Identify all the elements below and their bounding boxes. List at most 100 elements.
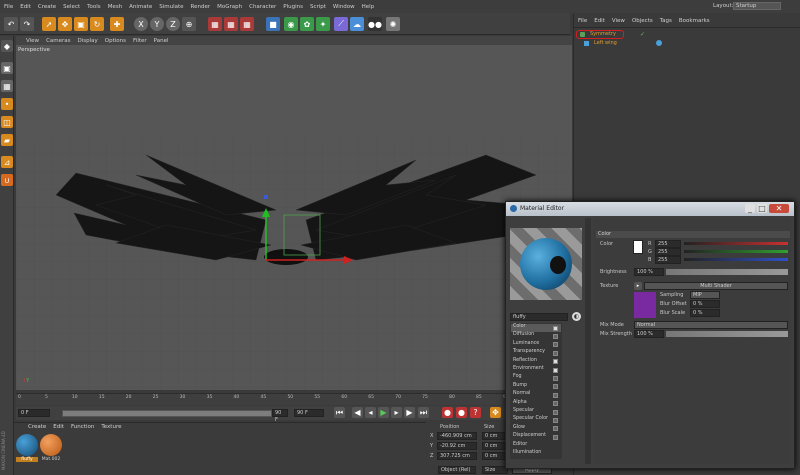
redo-icon[interactable]: ↷ <box>20 17 34 31</box>
material-menu-edit[interactable]: Edit <box>53 424 64 430</box>
model-mode-icon[interactable]: ▣ <box>1 62 13 74</box>
menu-animate[interactable]: Animate <box>129 4 152 10</box>
sampling-select[interactable]: MIP <box>690 291 720 299</box>
render-picture-icon[interactable]: ▦ <box>224 17 238 31</box>
frame-slider-value[interactable]: 90 F <box>272 409 288 423</box>
prev-key-icon[interactable]: ◀ <box>352 407 363 418</box>
viewport-menu-cameras[interactable]: Cameras <box>46 38 70 44</box>
channel-checkbox[interactable] <box>553 434 558 440</box>
coord-position-field[interactable]: -20.92 cm <box>437 442 477 450</box>
scale-tool-icon[interactable]: ▣ <box>74 17 88 31</box>
material-tag-icon[interactable] <box>656 40 662 46</box>
viewport-menu-options[interactable]: Options <box>105 38 126 44</box>
timeline-ruler[interactable]: 051015202530354045505560657075808590 <box>16 393 512 405</box>
coordinate-system-icon[interactable]: ⊕ <box>182 17 196 31</box>
magnet-icon[interactable]: ∪ <box>1 174 13 186</box>
object-name[interactable]: Left wing <box>594 40 617 46</box>
snap-icon[interactable]: ⊿ <box>1 156 13 168</box>
blur-scale-field[interactable]: 0 % <box>690 309 720 317</box>
viewport[interactable]: Perspective ↑Y <box>16 45 572 390</box>
go-end-icon[interactable]: ⏭ <box>418 407 429 418</box>
brightness-slider[interactable] <box>666 269 788 275</box>
play-icon[interactable]: ▶ <box>378 407 389 418</box>
object-menu-file[interactable]: File <box>578 18 587 24</box>
color-g-field[interactable]: 255 <box>655 248 681 256</box>
channel-checkbox[interactable] <box>553 325 558 331</box>
spline-icon[interactable]: ⟋ <box>334 17 348 31</box>
viewport-menu-filter[interactable]: Filter <box>133 38 147 44</box>
channel-checkbox[interactable] <box>553 392 558 398</box>
coord-position-field[interactable]: 307.725 cm <box>437 452 477 460</box>
channel-checkbox[interactable] <box>553 375 558 381</box>
channel-checkbox[interactable] <box>553 401 558 407</box>
maximize-icon[interactable]: □ <box>757 204 767 213</box>
autokey-icon[interactable]: ● <box>456 407 467 418</box>
y-axis-icon[interactable]: Y <box>150 17 164 31</box>
color-b-slider[interactable] <box>684 258 788 261</box>
object-menu-view[interactable]: View <box>612 18 625 24</box>
render-view-icon[interactable]: ▦ <box>208 17 222 31</box>
minimize-icon[interactable]: _ <box>745 204 755 213</box>
channel-item[interactable]: Illumination <box>511 450 561 458</box>
camera-icon[interactable]: ●● <box>368 17 382 31</box>
object-name[interactable]: Symmetry <box>590 31 616 37</box>
edges-mode-icon[interactable]: ◫ <box>1 116 13 128</box>
channel-checkbox[interactable] <box>553 333 558 339</box>
color-swatch[interactable] <box>633 240 643 254</box>
position-key-icon[interactable]: ✥ <box>490 407 501 418</box>
prev-frame-icon[interactable]: ◂ <box>365 407 376 418</box>
material-menu-texture[interactable]: Texture <box>101 424 121 430</box>
channel-checkbox[interactable] <box>553 426 558 432</box>
material-menu-function[interactable]: Function <box>71 424 94 430</box>
menu-character[interactable]: Character <box>249 4 276 10</box>
menu-render[interactable]: Render <box>191 4 211 10</box>
menu-mograph[interactable]: MoGraph <box>217 4 242 10</box>
move-tool-icon[interactable]: ✥ <box>58 17 72 31</box>
go-start-icon[interactable]: ⏮ <box>334 407 345 418</box>
menu-create[interactable]: Create <box>38 4 56 10</box>
texture-menu-icon[interactable]: ▸ <box>634 282 642 290</box>
undo-icon[interactable]: ↶ <box>4 17 18 31</box>
channel-checkbox[interactable] <box>553 409 558 415</box>
object-menu-tags[interactable]: Tags <box>660 18 672 24</box>
object-menu-bookmarks[interactable]: Bookmarks <box>679 18 710 24</box>
editor-scrollbar[interactable] <box>585 218 591 464</box>
menu-mesh[interactable]: Mesh <box>108 4 122 10</box>
viewport-menu-view[interactable]: View <box>26 38 39 44</box>
polygons-mode-icon[interactable]: ▰ <box>1 134 13 146</box>
cube-object-icon[interactable]: ■ <box>266 17 280 31</box>
coord-position-field[interactable]: -460.909 cm <box>437 432 477 440</box>
blur-offset-field[interactable]: 0 % <box>690 300 720 308</box>
texture-shader-field[interactable]: Multi Shader <box>644 282 788 290</box>
deformer-icon[interactable]: ✦ <box>316 17 330 31</box>
viewport-menu-panel[interactable]: Panel <box>154 38 169 44</box>
keyframe-selection-icon[interactable]: ? <box>470 407 481 418</box>
mix-strength-slider[interactable] <box>666 331 788 337</box>
coord-mode-select[interactable]: Object (Rel) <box>438 466 476 474</box>
layout-select[interactable]: Startup <box>733 2 781 10</box>
symmetry-check-icon[interactable]: ✓ <box>640 31 645 38</box>
subdivision-icon[interactable]: ◉ <box>284 17 298 31</box>
channel-checkbox[interactable] <box>553 359 558 365</box>
channel-checkbox[interactable] <box>553 342 558 348</box>
object-menu-edit[interactable]: Edit <box>594 18 605 24</box>
menu-script[interactable]: Script <box>310 4 326 10</box>
points-mode-icon[interactable]: • <box>1 98 13 110</box>
select-tool-icon[interactable]: ➚ <box>42 17 56 31</box>
next-key-icon[interactable]: ▶ <box>404 407 415 418</box>
rotate-tool-icon[interactable]: ↻ <box>90 17 104 31</box>
light-icon[interactable]: ✺ <box>386 17 400 31</box>
menu-file[interactable]: File <box>4 4 13 10</box>
mix-mode-select[interactable]: Normal <box>634 321 788 329</box>
menu-edit[interactable]: Edit <box>20 4 31 10</box>
color-g-slider[interactable] <box>684 250 788 253</box>
channel-checkbox[interactable] <box>553 417 558 423</box>
color-r-field[interactable]: 255 <box>655 240 681 248</box>
menu-simulate[interactable]: Simulate <box>159 4 183 10</box>
next-frame-icon[interactable]: ▸ <box>391 407 402 418</box>
menu-help[interactable]: Help <box>362 4 375 10</box>
environment-icon[interactable]: ☁ <box>350 17 364 31</box>
make-editable-icon[interactable]: ◆ <box>1 40 13 52</box>
color-b-field[interactable]: 255 <box>655 256 681 264</box>
channel-item[interactable]: Editor <box>511 442 561 450</box>
